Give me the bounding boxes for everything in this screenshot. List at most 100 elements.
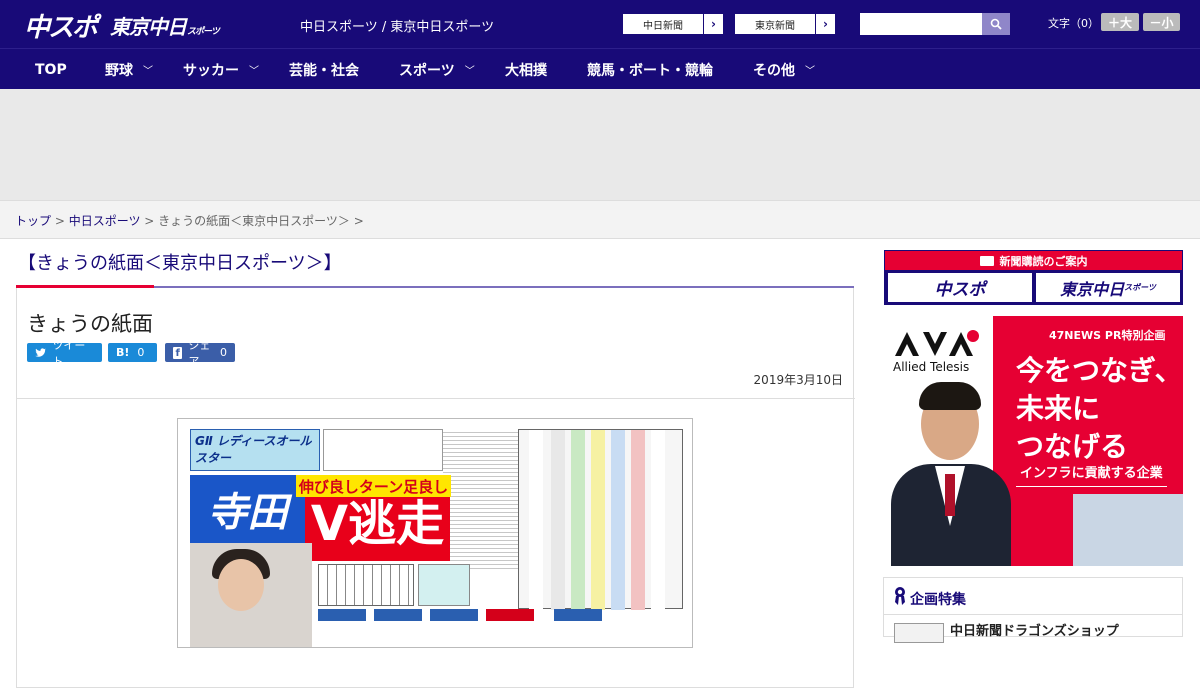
chunichi-shimbun-label: 中日新聞 bbox=[643, 20, 683, 32]
ad-brand-name: Allied Telesis bbox=[893, 360, 970, 374]
search-button[interactable] bbox=[982, 13, 1010, 35]
hatena-bookmark-button[interactable]: B! 0 bbox=[108, 343, 157, 362]
ad-copy-line: 今をつなぎ、 bbox=[1016, 354, 1183, 387]
ad-copy: 今をつなぎ、 未来に つなげる bbox=[1016, 352, 1183, 466]
facebook-share-label: シェア bbox=[188, 338, 211, 368]
allied-telesis-logo-icon bbox=[895, 330, 979, 356]
paper-course-diagram bbox=[418, 564, 470, 606]
chevron-down-icon: ﹀ bbox=[249, 66, 259, 77]
breadcrumb-parent-link[interactable]: 中日スポーツ bbox=[69, 214, 141, 228]
nav-item-label: 野球 bbox=[105, 62, 133, 79]
nav-item-sumo[interactable]: 大相撲 bbox=[505, 49, 547, 90]
subscription-logo-chuspo[interactable]: 中スポ bbox=[888, 273, 1032, 302]
feature-divider bbox=[884, 614, 1182, 615]
racecard-column bbox=[529, 430, 543, 610]
nav-item-label: その他 bbox=[753, 62, 795, 79]
paper-body-text bbox=[443, 429, 518, 569]
paper-racecard-table bbox=[518, 429, 683, 610]
tokyo-chunichi-logo[interactable]: 東京中日スポーツ bbox=[110, 11, 220, 40]
newspaper-front-page-image[interactable]: GⅡ レディースオールスター 寺田 V逃走 伸び良しターン足良し bbox=[177, 418, 693, 648]
facebook-icon: f bbox=[173, 346, 183, 359]
tokyo-shimbun-link[interactable]: 東京新聞 › bbox=[734, 13, 836, 35]
nav-item-sports[interactable]: スポーツ ﹀ bbox=[399, 49, 475, 90]
section-title: 【きょうの紙面＜東京中日スポーツ＞】 bbox=[18, 253, 342, 274]
ad-copy-line: つなげる bbox=[1016, 430, 1129, 463]
subscription-header-text: 新聞購読のご案内 bbox=[999, 254, 1088, 268]
racer-tag bbox=[374, 609, 422, 621]
article-divider bbox=[17, 398, 855, 399]
breadcrumb: トップ > 中日スポーツ > きょうの紙面＜東京中日スポーツ＞ > bbox=[15, 212, 364, 229]
search-input[interactable] bbox=[860, 13, 982, 35]
breadcrumb-bar: トップ > 中日スポーツ > きょうの紙面＜東京中日スポーツ＞ > bbox=[0, 200, 1200, 239]
paper-race-header: GⅡ レディースオールスター bbox=[190, 429, 320, 471]
ad-subtitle: インフラに貢献する企業 bbox=[1016, 462, 1167, 487]
feature-box: 企画特集 中日新聞ドラゴンズショップ bbox=[883, 577, 1183, 643]
feature-title: 企画特集 bbox=[910, 592, 966, 608]
tokyo-shimbun-label: 東京新聞 bbox=[755, 20, 795, 32]
ad-banner-area bbox=[0, 89, 1200, 200]
paper-race-header-text: GⅡ レディースオールスター bbox=[195, 434, 312, 465]
nav-item-label: TOP bbox=[35, 61, 67, 78]
ad-background-photo bbox=[1073, 494, 1183, 566]
paper-photo-face bbox=[218, 559, 264, 611]
facebook-share-button[interactable]: f シェア 0 bbox=[165, 339, 235, 368]
main-nav: TOP 野球 ﹀ サッカー ﹀ 芸能・社会 スポーツ ﹀ 大相撲 競馬・ボート・競輪 … bbox=[0, 48, 1200, 89]
chevron-down-icon: ﹀ bbox=[805, 66, 815, 77]
article-date: 2019年3月10日 bbox=[753, 373, 843, 387]
chevron-right-icon: › bbox=[815, 14, 835, 34]
chevron-down-icon: ﹀ bbox=[464, 66, 475, 77]
paper-weather-box bbox=[323, 429, 443, 471]
racer-tag bbox=[554, 609, 602, 621]
paper-racer-strip bbox=[318, 609, 684, 647]
hatena-count: 0 bbox=[137, 346, 145, 359]
subscription-banner[interactable]: 新聞購読のご案内 中スポ 東京中日 スポーツ bbox=[884, 250, 1183, 305]
chevron-down-icon: ﹀ bbox=[143, 66, 153, 77]
nav-item-label: 大相撲 bbox=[505, 62, 547, 79]
site-header: 中スポ 東京中日スポーツ 中日スポーツ / 東京中日スポーツ 中日新聞 › 東京… bbox=[0, 0, 1200, 48]
chunichi-shimbun-link[interactable]: 中日新聞 › bbox=[622, 13, 724, 35]
nav-item-other[interactable]: その他 ﹀ bbox=[753, 49, 815, 90]
twitter-bird-icon bbox=[35, 347, 46, 357]
subscription-logo-tokyo[interactable]: 東京中日 スポーツ bbox=[1036, 273, 1180, 302]
nav-item-top[interactable]: TOP bbox=[35, 49, 67, 90]
breadcrumb-separator: > bbox=[51, 214, 69, 228]
font-smaller-button[interactable]: －小 bbox=[1143, 13, 1180, 31]
subscription-logo-tokyo-small: スポーツ bbox=[1124, 283, 1156, 292]
nav-item-label: 芸能・社会 bbox=[289, 62, 359, 79]
chuspo-logo[interactable]: 中スポ bbox=[24, 7, 98, 44]
racer-tag bbox=[430, 609, 478, 621]
nav-item-baseball[interactable]: 野球 ﹀ bbox=[105, 49, 153, 90]
font-bigger-button[interactable]: ＋大 bbox=[1101, 13, 1139, 31]
tweet-button[interactable]: ツイート bbox=[27, 339, 102, 368]
feature-thumbnail[interactable] bbox=[894, 623, 944, 643]
ribbon-icon bbox=[895, 587, 905, 605]
newspaper-icon bbox=[979, 255, 994, 266]
racecard-column bbox=[611, 430, 625, 610]
paper-results-grid bbox=[318, 564, 414, 606]
search-icon bbox=[990, 18, 1002, 30]
racecard-column bbox=[651, 430, 665, 610]
racecard-column bbox=[571, 430, 585, 610]
subscription-header: 新聞購読のご案内 bbox=[885, 251, 1182, 270]
facebook-share-count: 0 bbox=[220, 346, 227, 359]
paper-headline-banner: 伸び良しターン足良し bbox=[296, 475, 451, 497]
sidebar-ad[interactable]: Allied Telesis 47NEWS PR特別企画 今をつなぎ、 未来に … bbox=[883, 316, 1183, 566]
tokyo-logo-text: 東京中日 bbox=[110, 15, 187, 39]
chevron-right-icon: › bbox=[703, 14, 723, 34]
nav-item-label: スポーツ bbox=[399, 62, 455, 79]
racer-tag bbox=[318, 609, 366, 621]
breadcrumb-home-link[interactable]: トップ bbox=[15, 214, 51, 228]
racecard-column bbox=[551, 430, 565, 610]
paper-headline-name: 寺田 bbox=[190, 475, 305, 543]
tweet-label: ツイート bbox=[52, 338, 86, 368]
tokyo-logo-small: スポーツ bbox=[187, 27, 220, 37]
nav-item-soccer[interactable]: サッカー ﹀ bbox=[183, 49, 259, 90]
breadcrumb-current: きょうの紙面＜東京中日スポーツ＞ bbox=[158, 214, 350, 228]
breadcrumb-separator: > bbox=[349, 214, 364, 228]
nav-item-entertainment[interactable]: 芸能・社会 bbox=[289, 49, 359, 90]
racer-tag bbox=[486, 609, 534, 621]
nav-item-racing[interactable]: 競馬・ボート・競輪 bbox=[587, 49, 713, 90]
hatena-b-icon: B! bbox=[116, 346, 130, 359]
breadcrumb-separator: > bbox=[140, 214, 159, 228]
nav-item-label: サッカー bbox=[183, 62, 239, 79]
